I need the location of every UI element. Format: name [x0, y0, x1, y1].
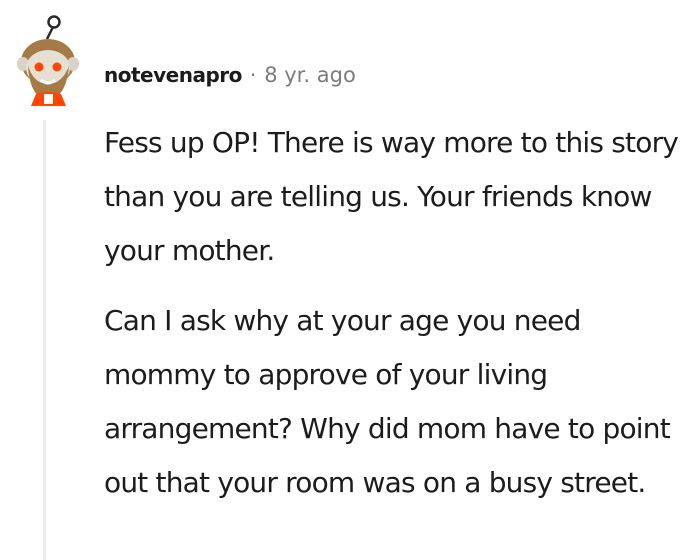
meta-separator: ·: [249, 63, 257, 87]
comment-meta: notevenapro · 8 yr. ago: [104, 60, 356, 90]
user-avatar[interactable]: [14, 14, 84, 106]
author-link[interactable]: notevenapro: [104, 63, 242, 87]
comment-paragraph-1: Fess up OP! There is way more to this st…: [104, 126, 679, 267]
comment-body: Fess up OP! There is way more to this st…: [104, 116, 694, 526]
timestamp[interactable]: 8 yr. ago: [264, 63, 356, 87]
thread-line[interactable]: [43, 120, 46, 560]
comment: notevenapro · 8 yr. ago Fess up OP! Ther…: [0, 0, 700, 560]
snoo-avatar-icon: [17, 15, 79, 106]
comment-paragraph-2: Can I ask why at your age you need mommy…: [104, 304, 671, 499]
